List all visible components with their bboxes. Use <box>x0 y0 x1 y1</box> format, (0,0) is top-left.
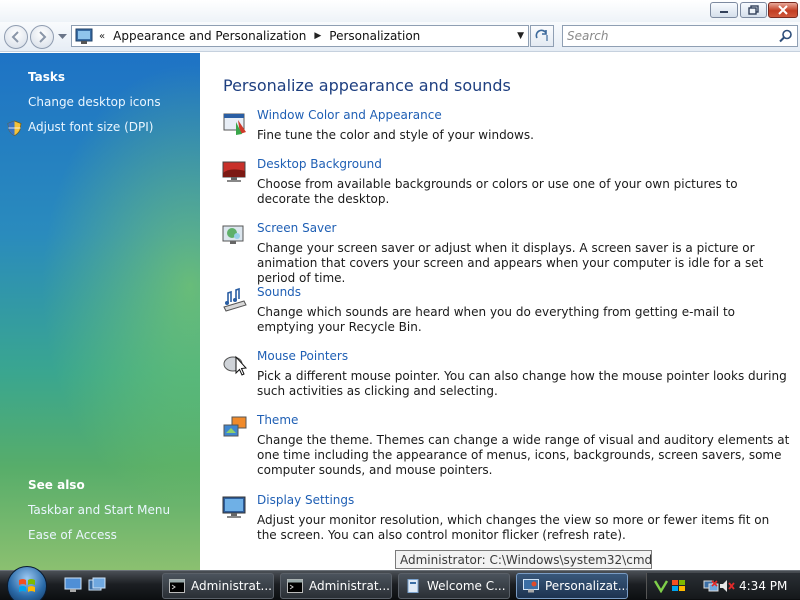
minimize-icon <box>720 11 728 13</box>
theme-description: Change the theme. Themes can change a wi… <box>257 433 790 477</box>
sounds-icon <box>223 287 247 312</box>
window-color-icon <box>223 113 246 135</box>
search-icon[interactable] <box>779 29 793 43</box>
task-pane: Tasks Change desktop icons Adjust font s… <box>0 53 200 570</box>
tasks-heading: Tasks <box>28 70 66 84</box>
mouse-pointers-link[interactable]: Mouse Pointers <box>257 349 348 363</box>
system-clock[interactable]: 4:34 PM <box>739 579 787 593</box>
search-box[interactable] <box>562 25 798 47</box>
window-titlebar <box>0 0 800 22</box>
notification-area: 4:34 PM <box>646 573 800 599</box>
control-panel-icon <box>523 579 539 593</box>
forward-button[interactable] <box>30 25 54 49</box>
back-button[interactable] <box>4 25 28 49</box>
breadcrumb-separator-icon[interactable]: ▶ <box>314 31 321 41</box>
address-bar[interactable]: « Appearance and Personalization ▶ Perso… <box>71 25 529 47</box>
sounds-description: Change which sounds are heard when you d… <box>257 305 735 334</box>
see-also-taskbar-link[interactable]: Taskbar and Start Menu <box>28 503 170 517</box>
network-icon[interactable] <box>703 579 719 593</box>
welcome-center-icon <box>407 579 419 593</box>
close-button[interactable] <box>768 2 798 18</box>
refresh-icon <box>535 29 548 41</box>
taskbar-button-label: Administrat... <box>309 579 390 593</box>
taskbar-tooltip: Administrator: C:\Windows\system32\cmd.e… <box>395 550 652 569</box>
volume-muted-icon[interactable] <box>719 579 735 593</box>
window-color-description: Fine tune the color and style of your wi… <box>257 128 534 142</box>
navigation-bar: « Appearance and Personalization ▶ Perso… <box>0 22 800 52</box>
back-arrow-icon <box>11 31 19 43</box>
start-button[interactable] <box>7 566 47 600</box>
task-change-desktop-icons-link[interactable]: Change desktop icons <box>28 95 161 109</box>
windows-logo-icon <box>19 579 35 592</box>
taskbar-button-label: Administrat... <box>191 579 272 593</box>
screen-saver-icon <box>222 225 244 244</box>
theme-link[interactable]: Theme <box>257 413 298 427</box>
cmd-icon <box>169 579 185 593</box>
cmd-icon <box>287 579 303 593</box>
taskbar-button-label: Welcome C... <box>427 579 506 593</box>
mouse-pointer-icon <box>223 355 248 376</box>
restore-icon <box>747 5 759 15</box>
page-title: Personalize appearance and sounds <box>223 76 511 95</box>
close-icon <box>778 5 788 15</box>
see-also-ease-of-access-link[interactable]: Ease of Access <box>28 528 117 542</box>
security-center-icon[interactable] <box>671 579 687 593</box>
main-content: Personalize appearance and sounds Window… <box>200 53 800 570</box>
breadcrumb-personalization[interactable]: Personalization <box>329 29 420 43</box>
display-settings-link[interactable]: Display Settings <box>257 493 354 507</box>
taskbar: Administrat... Administrat... Welcome C.… <box>0 566 800 600</box>
theme-icon <box>223 416 247 437</box>
desktop-background-link[interactable]: Desktop Background <box>257 157 382 171</box>
minimize-button[interactable] <box>710 2 738 18</box>
recent-pages-dropdown-icon[interactable] <box>58 34 67 40</box>
breadcrumb-appearance-and-personalization[interactable]: Appearance and Personalization <box>113 29 306 43</box>
display-settings-icon <box>222 496 246 518</box>
taskbar-button-cmd-1[interactable]: Administrat... <box>162 573 274 599</box>
address-overflow-chevron-icon[interactable]: « <box>99 31 105 42</box>
taskbar-button-cmd-2[interactable]: Administrat... <box>280 573 392 599</box>
desktop-background-description: Choose from available backgrounds or col… <box>257 177 738 206</box>
desktop-background-icon <box>222 161 246 182</box>
display-settings-description: Adjust your monitor resolution, which ch… <box>257 513 770 542</box>
taskbar-button-personalization[interactable]: Personalizat... <box>516 573 628 599</box>
window-color-link[interactable]: Window Color and Appearance <box>257 108 442 122</box>
screen-saver-link[interactable]: Screen Saver <box>257 221 336 235</box>
windows-defender-icon[interactable] <box>653 579 669 593</box>
refresh-button[interactable] <box>530 25 554 47</box>
show-desktop-icon[interactable] <box>64 577 82 593</box>
see-also-heading: See also <box>28 478 85 492</box>
address-dropdown-icon[interactable]: ▼ <box>517 31 524 41</box>
taskbar-button-label: Personalizat... <box>545 579 628 593</box>
uac-shield-icon <box>7 120 22 136</box>
task-adjust-font-size-link[interactable]: Adjust font size (DPI) <box>28 120 153 134</box>
screen-saver-description: Change your screen saver or adjust when … <box>257 241 764 285</box>
taskbar-button-welcome-center[interactable]: Welcome C... <box>398 573 510 599</box>
switch-windows-icon[interactable] <box>88 577 106 593</box>
maximize-button[interactable] <box>740 2 767 18</box>
search-input[interactable] <box>567 28 767 44</box>
mouse-pointers-description: Pick a different mouse pointer. You can … <box>257 369 787 398</box>
forward-arrow-icon <box>39 31 47 43</box>
control-panel-icon <box>75 28 93 44</box>
sounds-link[interactable]: Sounds <box>257 285 301 299</box>
